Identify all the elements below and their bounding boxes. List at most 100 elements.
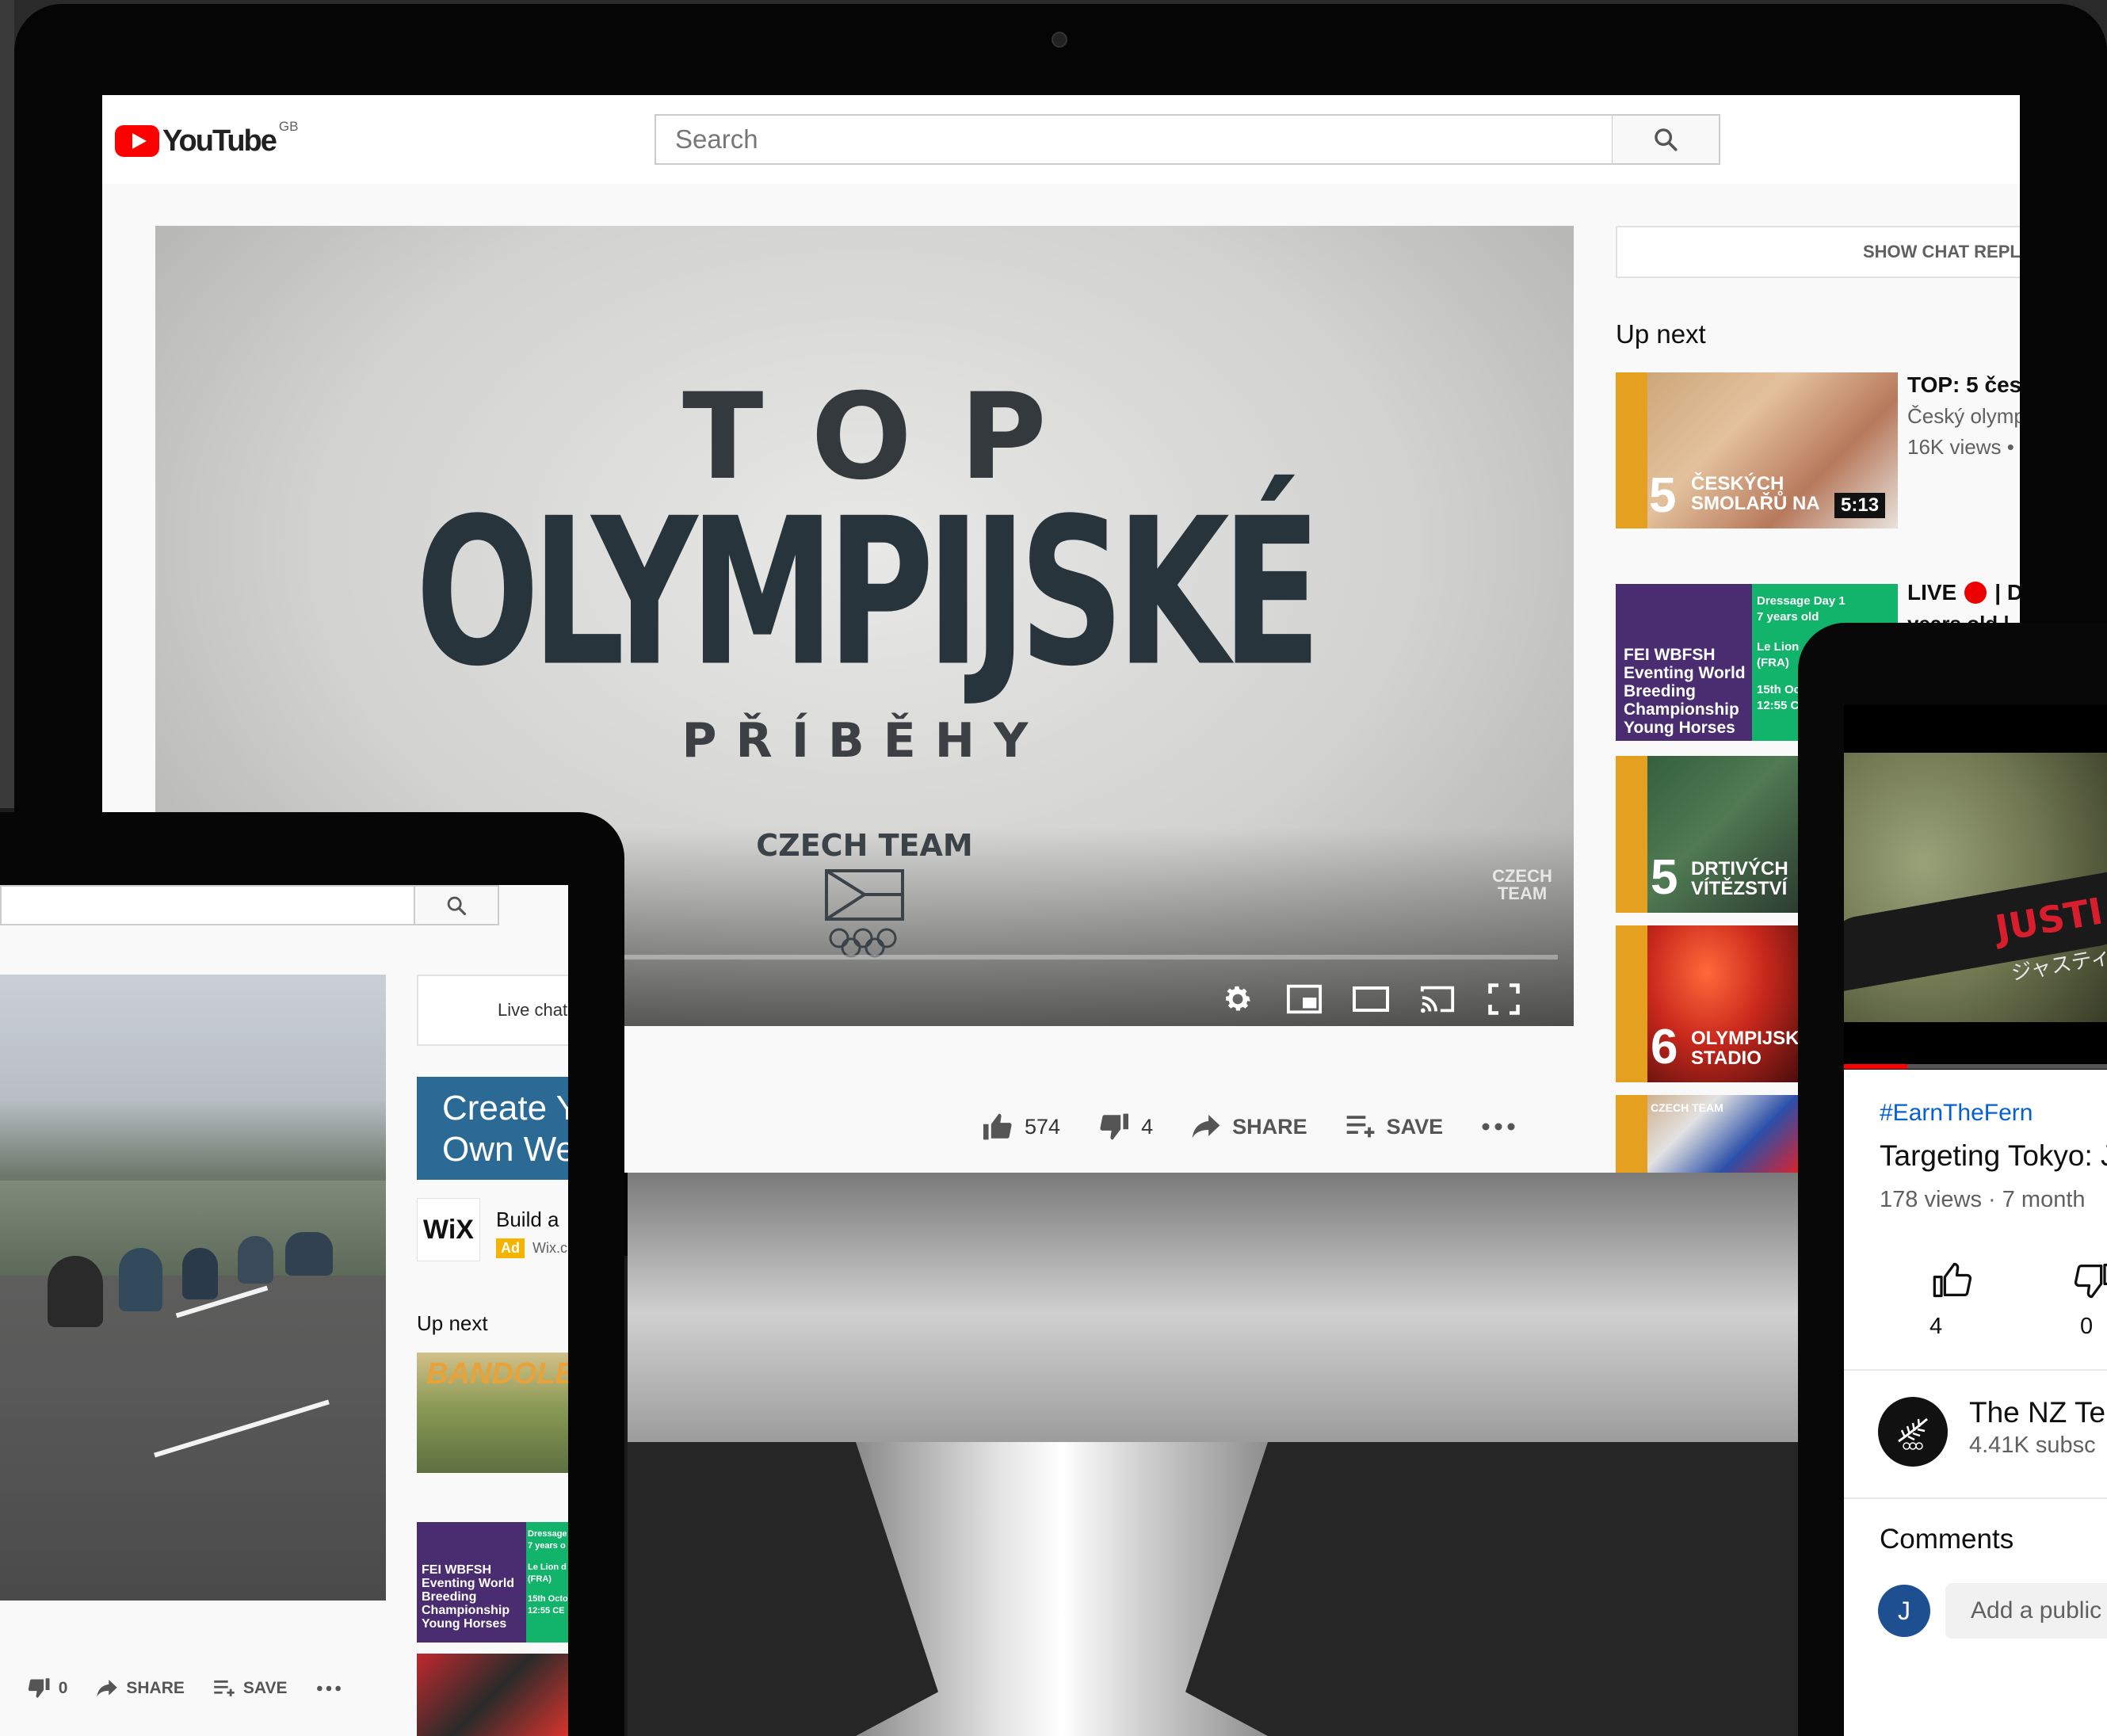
up-next-views-1: 16K views •	[1907, 435, 2014, 459]
thumb-text-line-2: VÍTĚZSTVÍ	[1691, 878, 1788, 899]
phone-video-title: Targeting Tokyo: J	[1880, 1139, 2107, 1172]
ad-domain: Wix.c	[532, 1240, 567, 1256]
thumb-text: ČESKÝCH SMOLAŘŮ NA	[1691, 474, 1820, 513]
miniplayer-button[interactable]	[1284, 979, 1325, 1020]
youtube-logo[interactable]: YouTube GB	[115, 119, 298, 160]
thumb-text-line-1: DRTIVÝCH	[1691, 858, 1788, 879]
theater-mode-button[interactable]	[1350, 979, 1391, 1020]
search-button[interactable]	[1613, 114, 1720, 165]
up-next-thumbnail-3[interactable]: 5 DRTIVÝCH VÍTĚZSTVÍ	[1616, 756, 1798, 913]
thumbs-down-icon[interactable]	[2074, 1260, 2107, 1301]
thumb-side-text: Dressage 7 years o Le Lion d (FRA) 15th …	[528, 1528, 568, 1617]
more-icon	[1482, 1123, 1515, 1131]
thumb-text-line-2: STADIO	[1691, 1047, 1762, 1069]
channel-avatar[interactable]	[1878, 1397, 1948, 1467]
tablet-up-next-thumbnail-1[interactable]: BANDOLE	[417, 1353, 568, 1473]
user-avatar: J	[1878, 1585, 1930, 1637]
tablet-up-next-thumbnail-2[interactable]: FEI WBFSH Eventing World Breeding Champi…	[417, 1522, 568, 1643]
thumb-side-line: 7 years o	[528, 1541, 566, 1551]
video-title-line-3: PŘÍBĚHY	[681, 713, 1048, 769]
fullscreen-button[interactable]	[1483, 979, 1525, 1020]
tablet-video-actions: 5 0 SHARE SAVE	[0, 1677, 378, 1699]
add-to-playlist-icon	[214, 1680, 235, 1696]
logo-text: YouTube	[162, 124, 277, 158]
add-to-playlist-icon	[1346, 1116, 1374, 1138]
olympic-rings-icon	[829, 928, 897, 958]
search-input[interactable]	[656, 116, 1613, 163]
thumb-line: FEI WBFSH	[422, 1563, 491, 1577]
duration-badge: 5:13	[1834, 493, 1886, 518]
cyclist	[285, 1232, 333, 1276]
ad-title[interactable]: Build a	[496, 1208, 559, 1232]
thumb-text-line-1: OLYMPIJSK	[1691, 1028, 1798, 1049]
thumb-line: Young Horses	[1624, 719, 1735, 737]
watermark-line-2: TEAM	[1497, 883, 1548, 903]
tablet-video-player[interactable]: CC	[0, 975, 386, 1601]
settings-button[interactable]	[1217, 979, 1258, 1020]
hashtag-link[interactable]: #EarnTheFern	[1880, 1100, 2033, 1127]
save-button[interactable]: SAVE	[1346, 1114, 1444, 1139]
thumb-line: Eventing World	[1624, 664, 1746, 682]
advertiser-logo[interactable]: WiX	[417, 1198, 480, 1261]
like-button[interactable]: 574	[982, 1112, 1060, 1141]
search-icon	[447, 896, 467, 915]
comment-input[interactable]	[1945, 1583, 2107, 1639]
dislike-button[interactable]: 4	[1098, 1112, 1153, 1141]
settings-icon	[1226, 986, 1250, 1011]
more-icon	[316, 1685, 341, 1691]
tablet-search-input[interactable]	[0, 885, 416, 925]
up-next-thumbnail-5[interactable]: CZECH TEAM	[1616, 1095, 1798, 1173]
comments-heading: Comments	[1880, 1524, 2014, 1555]
channel-name[interactable]: The NZ Te	[1969, 1396, 2105, 1429]
more-actions-button[interactable]	[1481, 1122, 1527, 1131]
channel-watermark[interactable]: CZECH TEAM	[1487, 868, 1558, 902]
thumbs-up-icon[interactable]	[1931, 1260, 1972, 1301]
cast-button[interactable]	[1417, 979, 1458, 1020]
thumb-side-line: Dressage	[528, 1529, 567, 1539]
up-next-thumbnail-1[interactable]: 5 ČESKÝCH SMOLAŘŮ NA 5:13	[1616, 372, 1898, 528]
more-actions-button[interactable]	[316, 1684, 349, 1692]
video-road-marking	[154, 1399, 330, 1458]
czech-flag-icon	[825, 869, 904, 921]
phone-progress-fill	[1844, 1064, 1907, 1069]
save-button[interactable]: SAVE	[213, 1679, 288, 1698]
webcam	[1052, 32, 1067, 48]
phone-video-player[interactable]: JUSTI BIS ジャスティー	[1844, 753, 2107, 1066]
thumb-number: 5	[1651, 850, 1678, 905]
phone-screen: JUSTI BIS ジャスティー #EarnTheFern Targeting …	[1844, 705, 2107, 1736]
fullscreen-icon	[1488, 983, 1520, 1015]
share-button[interactable]: SHARE	[96, 1679, 185, 1698]
cyclist	[182, 1248, 218, 1299]
up-next-title-rest: | D	[1994, 580, 2020, 605]
phone-dislike-count: 0	[2080, 1314, 2094, 1339]
czech-team-badge	[1616, 756, 1647, 913]
subscriber-count: 4.41K subsc	[1969, 1433, 2096, 1458]
czech-team-badge	[1616, 372, 1647, 528]
miniplayer-icon	[1286, 984, 1323, 1014]
thumbs-down-icon	[28, 1678, 50, 1698]
cyclist	[238, 1236, 273, 1284]
tablet-search-button[interactable]	[414, 885, 499, 925]
up-next-info-1[interactable]: TOP: 5 čes Český olymp 16K views •	[1907, 372, 2020, 460]
cast-icon	[1420, 986, 1455, 1013]
ad-badge: Ad	[496, 1238, 525, 1258]
tablet-up-next-thumbnail-3[interactable]	[417, 1654, 568, 1736]
thumb-text: OLYMPIJSK STADIO	[1691, 1028, 1798, 1068]
video-title-line-2: OLYMPIJSKÉ	[415, 475, 1322, 712]
cyclist	[48, 1256, 103, 1327]
save-label: SAVE	[1386, 1114, 1444, 1139]
theater-mode-icon	[1353, 986, 1389, 1012]
ad-banner[interactable]: Create Y Own We	[417, 1077, 568, 1180]
share-button[interactable]: SHARE	[1191, 1115, 1307, 1139]
show-chat-replay-button[interactable]: SHOW CHAT REPLA	[1616, 226, 2020, 278]
thumb-side-line: Dressage Day 1	[1757, 594, 1846, 608]
fern-logo-icon	[1898, 1417, 1928, 1450]
tablet-live-chat-button[interactable]: Live chat	[417, 975, 568, 1046]
tablet-screen: CC	[0, 885, 568, 1736]
thumb-line: Championship	[422, 1604, 510, 1617]
dislike-button[interactable]: 0	[27, 1677, 67, 1699]
thumb-side-line: 7 years old	[1757, 610, 1819, 624]
phone-top-bar	[1844, 705, 2107, 753]
thumb-event-text: FEI WBFSH Eventing World Breeding Champi…	[1624, 646, 1746, 737]
up-next-thumbnail-4[interactable]: 6 OLYMPIJSK STADIO	[1616, 925, 1798, 1082]
